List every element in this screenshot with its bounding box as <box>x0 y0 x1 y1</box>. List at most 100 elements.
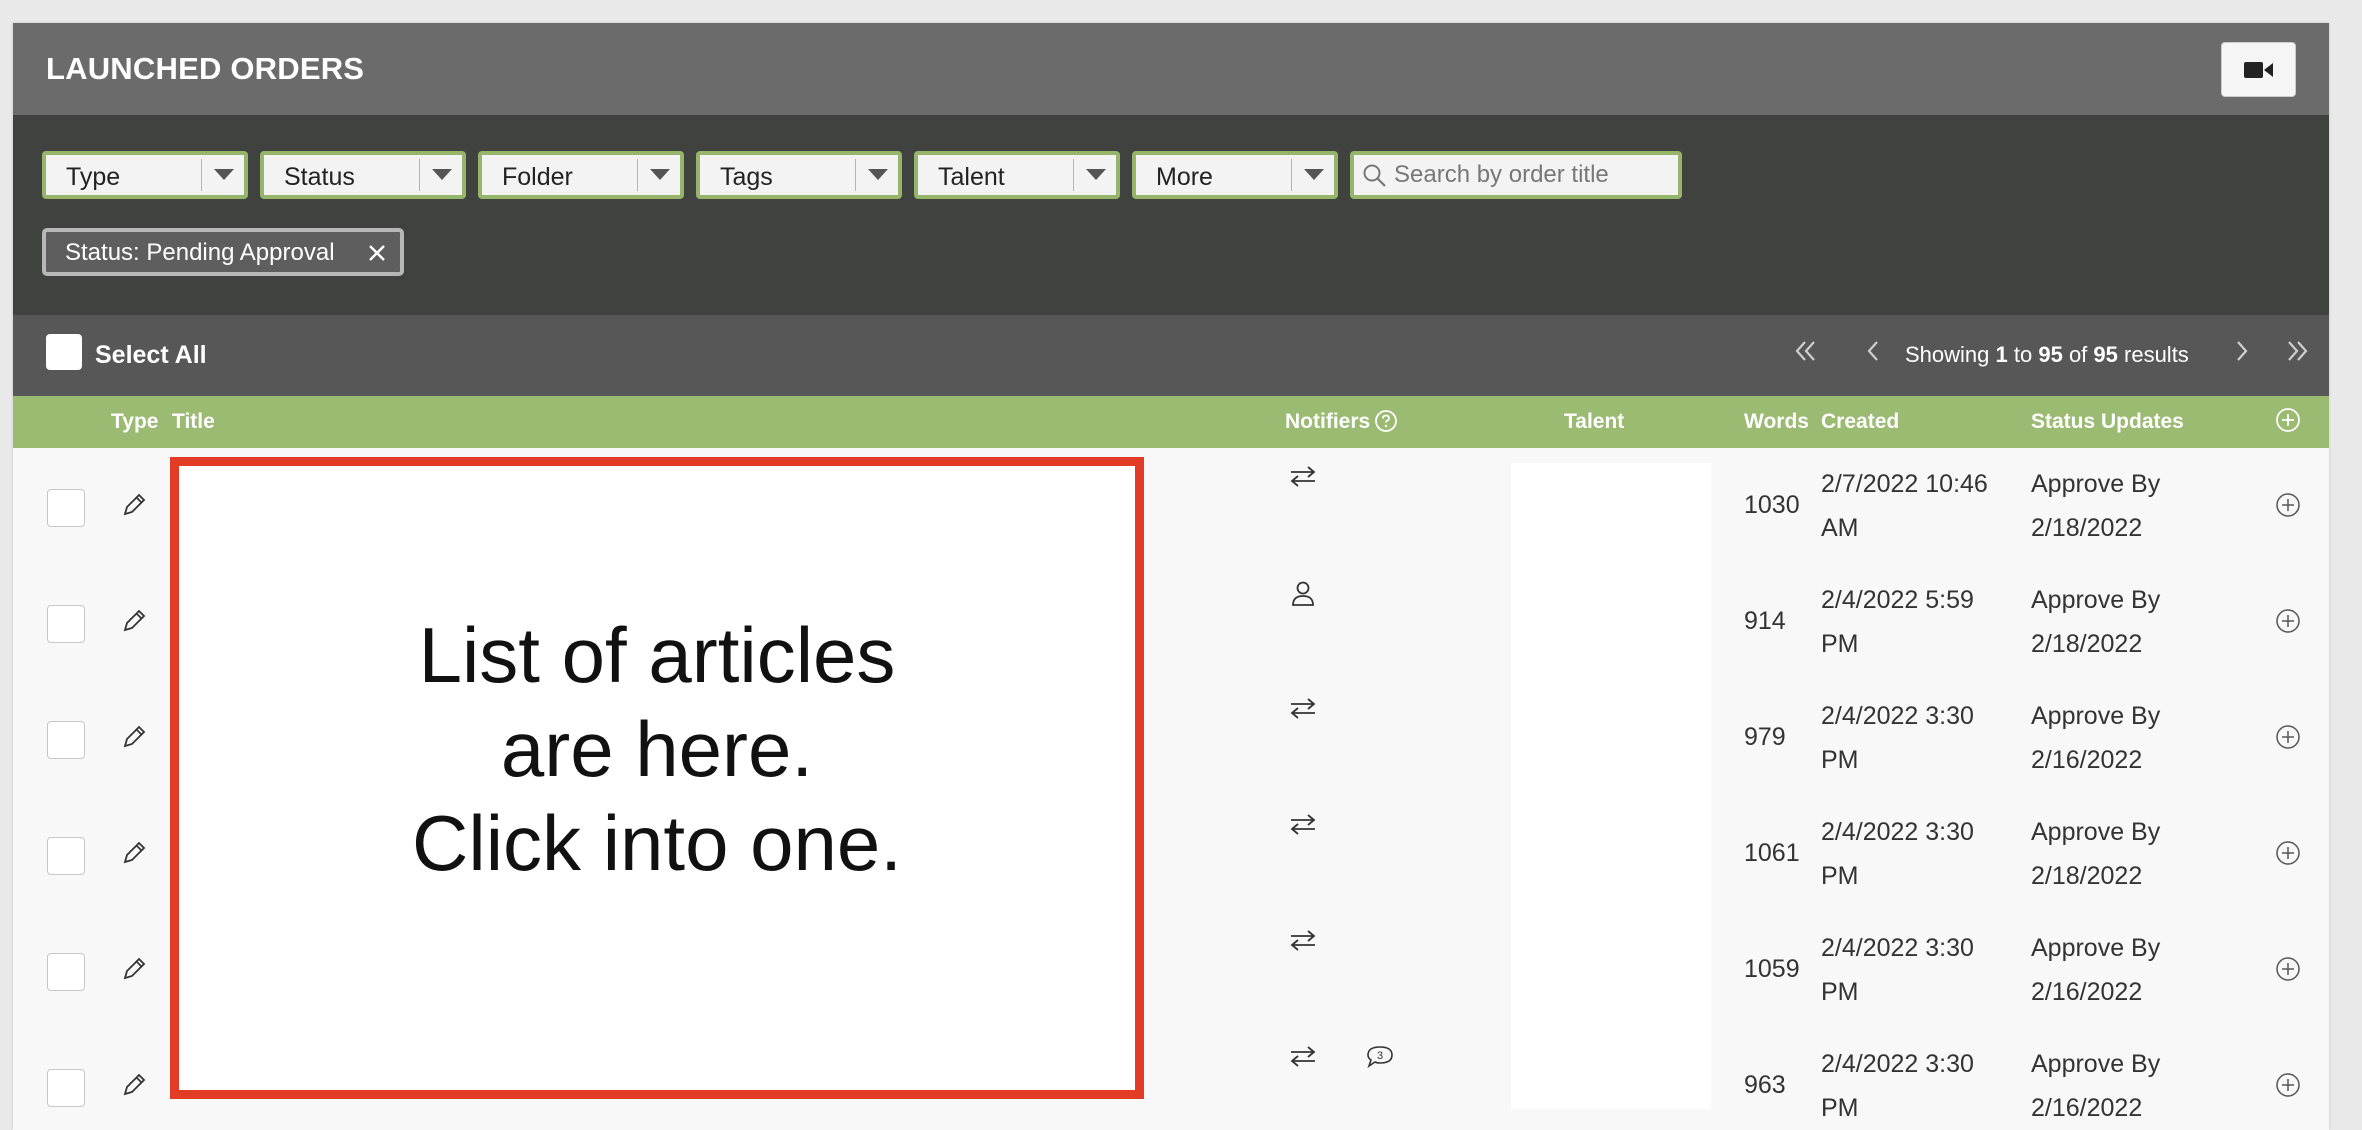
chevron-down-icon <box>214 169 234 180</box>
row-checkbox[interactable] <box>47 605 85 643</box>
pagination-prefix: Showing <box>1905 342 1996 367</box>
column-header-talent: Talent <box>1564 410 1625 433</box>
select-all-checkbox[interactable] <box>46 334 82 370</box>
status-label: Approve By <box>2031 470 2161 498</box>
row-checkbox[interactable] <box>47 953 85 991</box>
more-filter-dropdown[interactable]: More <box>1132 151 1338 199</box>
help-icon[interactable] <box>1374 409 1398 433</box>
chevron-down-icon <box>1086 169 1106 180</box>
dropdown-divider <box>1073 159 1074 191</box>
launched-orders-panel: LAUNCHED ORDERS Type Status Folder Tags <box>13 23 2329 1130</box>
status-update: Approve By 2/16/2022 <box>2031 694 2231 782</box>
pencil-icon[interactable] <box>120 839 148 867</box>
add-column-icon[interactable] <box>2275 407 2301 433</box>
status-update: Approve By 2/18/2022 <box>2031 810 2231 898</box>
order-search-box <box>1350 151 1682 199</box>
row-checkbox[interactable] <box>47 721 85 759</box>
word-count: 1059 <box>1744 955 1800 983</box>
plus-circle-icon[interactable] <box>2275 956 2301 982</box>
dropdown-divider <box>201 159 202 191</box>
column-header-words[interactable]: Words <box>1744 410 1809 434</box>
search-input[interactable] <box>1394 159 1674 191</box>
video-tutorial-button[interactable] <box>2221 42 2296 97</box>
column-header-type[interactable]: Type <box>111 410 158 434</box>
instruction-callout: List of articles are here. Click into on… <box>170 457 1144 1099</box>
filter-bar: Type Status Folder Tags Talent More Sear… <box>13 115 2329 315</box>
column-header-title[interactable]: Title <box>172 410 215 434</box>
status-update: Approve By 2/18/2022 <box>2031 578 2231 666</box>
created-date-line: 2/4/2022 3:30 <box>1821 702 1974 730</box>
created-date: 2/4/2022 3:30 PM <box>1821 1042 2021 1130</box>
chevron-down-icon <box>1304 169 1324 180</box>
column-header-created[interactable]: Created <box>1821 410 1899 434</box>
created-date-line: 2/7/2022 10:46 <box>1821 470 1988 498</box>
dropdown-label: Talent <box>938 163 1005 191</box>
pencil-icon[interactable] <box>120 1071 148 1099</box>
active-filter-label: Status: Pending Approval <box>65 239 335 266</box>
status-date: 2/18/2022 <box>2031 514 2143 542</box>
status-update: Approve By 2/16/2022 <box>2031 926 2231 1014</box>
word-count: 979 <box>1744 723 1786 751</box>
status-label: Approve By <box>2031 818 2161 846</box>
transfer-icon <box>1290 814 1316 835</box>
plus-circle-icon[interactable] <box>2275 724 2301 750</box>
last-page-icon[interactable] <box>2284 337 2312 365</box>
folder-filter-dropdown[interactable]: Folder <box>478 151 684 199</box>
status-update: Approve By 2/18/2022 <box>2031 462 2231 550</box>
talent-column-redaction <box>1511 463 1711 1109</box>
dropdown-divider <box>1291 159 1292 191</box>
active-filter-chip[interactable]: Status: Pending Approval <box>42 228 404 276</box>
pagination-to: 95 <box>2038 342 2063 367</box>
status-filter-dropdown[interactable]: Status <box>260 151 466 199</box>
first-page-icon[interactable] <box>1791 337 1819 365</box>
dropdown-divider <box>855 159 856 191</box>
plus-circle-icon[interactable] <box>2275 840 2301 866</box>
previous-page-icon[interactable] <box>1859 337 1887 365</box>
page-title: LAUNCHED ORDERS <box>46 51 365 86</box>
transfer-icon <box>1290 698 1316 719</box>
plus-circle-icon[interactable] <box>2275 608 2301 634</box>
created-time-period: PM <box>1821 978 1859 1006</box>
created-date: 2/7/2022 10:46 AM <box>1821 462 2021 550</box>
type-filter-dropdown[interactable]: Type <box>42 151 248 199</box>
row-checkbox[interactable] <box>47 1069 85 1107</box>
pencil-icon[interactable] <box>120 723 148 751</box>
pagination-total: 95 <box>2093 342 2118 367</box>
status-date: 2/16/2022 <box>2031 978 2143 1006</box>
dropdown-label: More <box>1156 163 1213 191</box>
transfer-icon <box>1290 1046 1316 1067</box>
created-date: 2/4/2022 3:30 PM <box>1821 810 2021 898</box>
created-date: 2/4/2022 3:30 PM <box>1821 694 2021 782</box>
created-date: 2/4/2022 3:30 PM <box>1821 926 2021 1014</box>
plus-circle-icon[interactable] <box>2275 492 2301 518</box>
pencil-icon[interactable] <box>120 955 148 983</box>
comment-icon[interactable]: 3 <box>1365 1044 1395 1070</box>
pagination-suffix: results <box>2117 342 2189 367</box>
tags-filter-dropdown[interactable]: Tags <box>696 151 902 199</box>
dropdown-divider <box>637 159 638 191</box>
chevron-down-icon <box>650 169 670 180</box>
row-checkbox[interactable] <box>47 837 85 875</box>
created-date-line: 2/4/2022 3:30 <box>1821 818 1974 846</box>
word-count: 1061 <box>1744 839 1800 867</box>
close-icon[interactable] <box>368 244 386 262</box>
chevron-down-icon <box>432 169 452 180</box>
talent-filter-dropdown[interactable]: Talent <box>914 151 1120 199</box>
status-date: 2/16/2022 <box>2031 746 2143 774</box>
created-date-line: 2/4/2022 3:30 <box>1821 1050 1974 1078</box>
pencil-icon[interactable] <box>120 491 148 519</box>
plus-circle-icon[interactable] <box>2275 1072 2301 1098</box>
pencil-icon[interactable] <box>120 607 148 635</box>
table-header: Type Title Notifiers Talent Words Create… <box>13 396 2329 448</box>
pagination-from: 1 <box>1995 342 2008 367</box>
dropdown-label: Status <box>284 163 355 191</box>
status-date: 2/16/2022 <box>2031 1094 2143 1122</box>
dropdown-label: Folder <box>502 163 573 191</box>
row-checkbox[interactable] <box>47 489 85 527</box>
word-count: 963 <box>1744 1071 1786 1099</box>
select-all-label: Select All <box>95 341 207 369</box>
video-camera-icon <box>2243 61 2273 78</box>
status-label: Approve By <box>2031 1050 2161 1078</box>
column-header-status-updates[interactable]: Status Updates <box>2031 410 2184 434</box>
next-page-icon[interactable] <box>2228 337 2256 365</box>
